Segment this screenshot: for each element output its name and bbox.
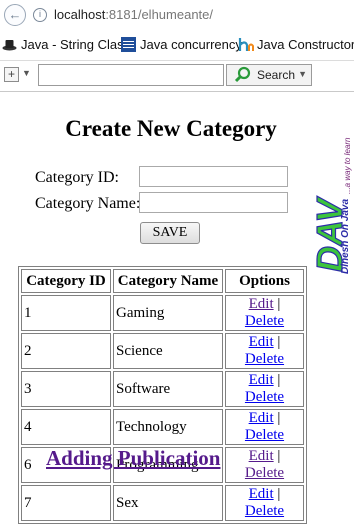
category-id-input[interactable] [139, 166, 288, 187]
delete-link[interactable]: Delete [245, 503, 284, 519]
category-name-label: Category Name: [35, 195, 141, 212]
separator: | [277, 372, 281, 388]
search-toolbar: + ▼ Search ▼ [0, 61, 354, 92]
bookmark-java-string-class[interactable]: Java - String Class [2, 37, 130, 52]
edit-link[interactable]: Edit [249, 372, 274, 388]
hat-icon [2, 37, 17, 52]
edit-link[interactable]: Edit [249, 448, 274, 464]
table-row: 1 Gaming Edit | Delete [21, 295, 304, 331]
table-row: 2 Science Edit | Delete [21, 333, 304, 369]
category-name-cell: Science [113, 333, 223, 369]
delete-link[interactable]: Delete [245, 313, 284, 329]
separator: | [277, 410, 281, 426]
edit-link[interactable]: Edit [249, 410, 274, 426]
toolbar-search-input[interactable] [38, 64, 224, 86]
search-button-label: Search [257, 68, 296, 82]
delete-link[interactable]: Delete [245, 465, 284, 481]
save-button[interactable]: SAVE [140, 222, 200, 244]
column-header: Category Name [113, 269, 223, 293]
category-id-label: Category ID: [35, 169, 119, 186]
bookmark-label: Java Constructors [257, 37, 354, 52]
dav-logo-icon: DAV Dinesh On Java ...a way to learn [308, 137, 352, 274]
table-header-row: Category ID Category Name Options [21, 269, 304, 293]
url-field[interactable]: localhost:8181/elhumeante/ [54, 7, 213, 22]
url-host: localhost [54, 7, 106, 22]
category-id-cell: 7 [21, 485, 111, 521]
category-name-cell: Sex [113, 485, 223, 521]
bookmark-java-concurrency[interactable]: Java concurrency [121, 37, 242, 52]
adding-publication-link[interactable]: Adding Publication [46, 446, 220, 471]
options-cell: Edit | Delete [225, 371, 304, 407]
delete-link[interactable]: Delete [245, 427, 284, 443]
delete-link[interactable]: Delete [245, 389, 284, 405]
chevron-down-icon: ▼ [298, 69, 307, 79]
url-path: :8181/elhumeante/ [105, 7, 214, 22]
category-table: Category ID Category Name Options 1 Gami… [18, 266, 307, 524]
page-info-icon[interactable]: i [33, 8, 47, 22]
delete-link[interactable]: Delete [245, 351, 284, 367]
chevron-down-icon[interactable]: ▼ [22, 68, 31, 78]
ibm-icon [121, 37, 136, 52]
bookmark-java-constructors[interactable]: Java Constructors [238, 37, 354, 52]
bookmark-label: Java concurrency [140, 37, 242, 52]
toolbar-search-button[interactable]: Search ▼ [226, 64, 312, 86]
category-id-cell: 4 [21, 409, 111, 445]
h-logo-icon [238, 37, 254, 52]
separator: | [277, 296, 281, 312]
category-name-cell: Technology [113, 409, 223, 445]
table-row: 3 Software Edit | Delete [21, 371, 304, 407]
options-cell: Edit | Delete [225, 333, 304, 369]
column-header: Category ID [21, 269, 111, 293]
separator: | [277, 448, 281, 464]
column-header: Options [225, 269, 304, 293]
bookmarks-bar: Java - String Class Java concurrency Jav… [0, 30, 354, 61]
category-id-cell: 1 [21, 295, 111, 331]
options-cell: Edit | Delete [225, 447, 304, 483]
edit-link[interactable]: Edit [249, 486, 274, 502]
category-name-cell: Software [113, 371, 223, 407]
edit-link[interactable]: Edit [249, 334, 274, 350]
logo-tagline: Dinesh On Java [340, 199, 351, 274]
separator: | [277, 334, 281, 350]
add-icon[interactable]: + [4, 67, 19, 82]
separator: | [277, 486, 281, 502]
page-title: Create New Category [65, 116, 277, 141]
category-name-cell: Gaming [113, 295, 223, 331]
options-cell: Edit | Delete [225, 295, 304, 331]
table-row: 4 Technology Edit | Delete [21, 409, 304, 445]
back-arrow-icon[interactable]: ← [4, 4, 26, 26]
bookmark-label: Java - String Class [21, 37, 131, 52]
options-cell: Edit | Delete [225, 485, 304, 521]
category-name-input[interactable] [139, 192, 288, 213]
table-row: 7 Sex Edit | Delete [21, 485, 304, 521]
search-icon [234, 66, 252, 87]
edit-link[interactable]: Edit [249, 296, 274, 312]
category-id-cell: 3 [21, 371, 111, 407]
logo-slogan: ...a way to learn [343, 137, 352, 194]
address-bar: ← i localhost:8181/elhumeante/ [0, 0, 354, 30]
options-cell: Edit | Delete [225, 409, 304, 445]
category-id-cell: 2 [21, 333, 111, 369]
